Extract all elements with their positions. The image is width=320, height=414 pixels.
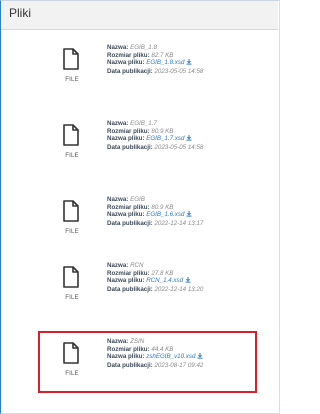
download-icon[interactable] [186,59,192,68]
name-label: Nazwa: [107,120,129,127]
name-label: Nazwa: [107,196,129,203]
date-label: Data publikacji: [107,143,153,151]
name-label: Nazwa: [107,262,129,269]
filename-label: Nazwa pliku: [107,277,145,285]
publish-date-value: 2023-05-05 14:58 [154,67,204,75]
panel-header: Pliki [1,1,278,30]
file-metadata: Nazwa: EGIB Rozmiar pliku: 80.9 KB Nazwa p… [107,196,203,227]
date-label: Data publikacji: [107,285,153,293]
file-type-label: FILE [65,229,79,235]
publish-date-value: 2022-12-14 13:17 [154,219,204,227]
file-type-label: FILE [65,153,79,159]
publish-date-value: 2022-12-14 13:20 [154,285,204,293]
file-metadata: Nazwa: EGIB_1.7 Rozmiar pliku: 80.9 KB Naz… [107,120,203,151]
highlight-box [38,331,257,393]
filename-label: Nazwa pliku: [107,211,145,219]
file-name-value: EGIB [130,196,145,203]
file-name-value: EGIB_1.8 [130,44,157,51]
file-size-value: 27.8 KB [151,269,174,277]
file-download-link[interactable]: EGIB_1.6.xsd [146,211,184,218]
panel-title: Pliki [9,6,32,20]
file-icon[interactable] [62,200,80,222]
file-size-value: 80.9 KB [151,127,174,135]
size-label: Rozmiar pliku: [107,269,150,277]
file-row: FILE Nazwa: EGIB_1.8 Rozmiar pliku: 82.7 K… [0,40,280,120]
file-type-label: FILE [65,295,79,301]
filename-label: Nazwa pliku: [107,59,145,67]
file-icon[interactable] [62,266,80,288]
date-label: Data publikacji: [107,67,153,75]
download-icon[interactable] [186,135,192,144]
publish-date-value: 2023-05-05 14:58 [154,143,204,151]
file-metadata: Nazwa: RCN Rozmiar pliku: 27.8 KB Nazwa pl… [107,262,203,293]
file-download-link[interactable]: RCN_1.4.xsd [146,277,183,284]
download-icon[interactable] [186,211,192,220]
file-name-value: EGIB_1.7 [130,120,157,127]
file-size-value: 80.9 KB [151,203,174,211]
file-icon[interactable] [62,48,80,70]
file-download-link[interactable]: EGIB_1.7.xsd [146,135,184,142]
download-icon[interactable] [185,277,191,286]
file-row: FILE Nazwa: RCN Rozmiar pliku: 27.8 KB Nazw… [0,258,280,338]
size-label: Rozmiar pliku: [107,51,150,59]
file-row: FILE Nazwa: EGIB_1.7 Rozmiar pliku: 80.9 K… [0,116,280,196]
file-metadata: Nazwa: EGIB_1.8 Rozmiar pliku: 82.7 KB Naz… [107,44,203,75]
name-label: Nazwa: [107,44,129,51]
file-name-value: RCN [130,262,144,269]
size-label: Rozmiar pliku: [107,127,150,135]
file-size-value: 82.7 KB [151,51,174,59]
filename-label: Nazwa pliku: [107,135,145,143]
file-download-link[interactable]: EGIB_1.8.xsd [146,59,184,66]
size-label: Rozmiar pliku: [107,203,150,211]
file-type-label: FILE [65,77,79,83]
date-label: Data publikacji: [107,219,153,227]
file-icon[interactable] [62,124,80,146]
